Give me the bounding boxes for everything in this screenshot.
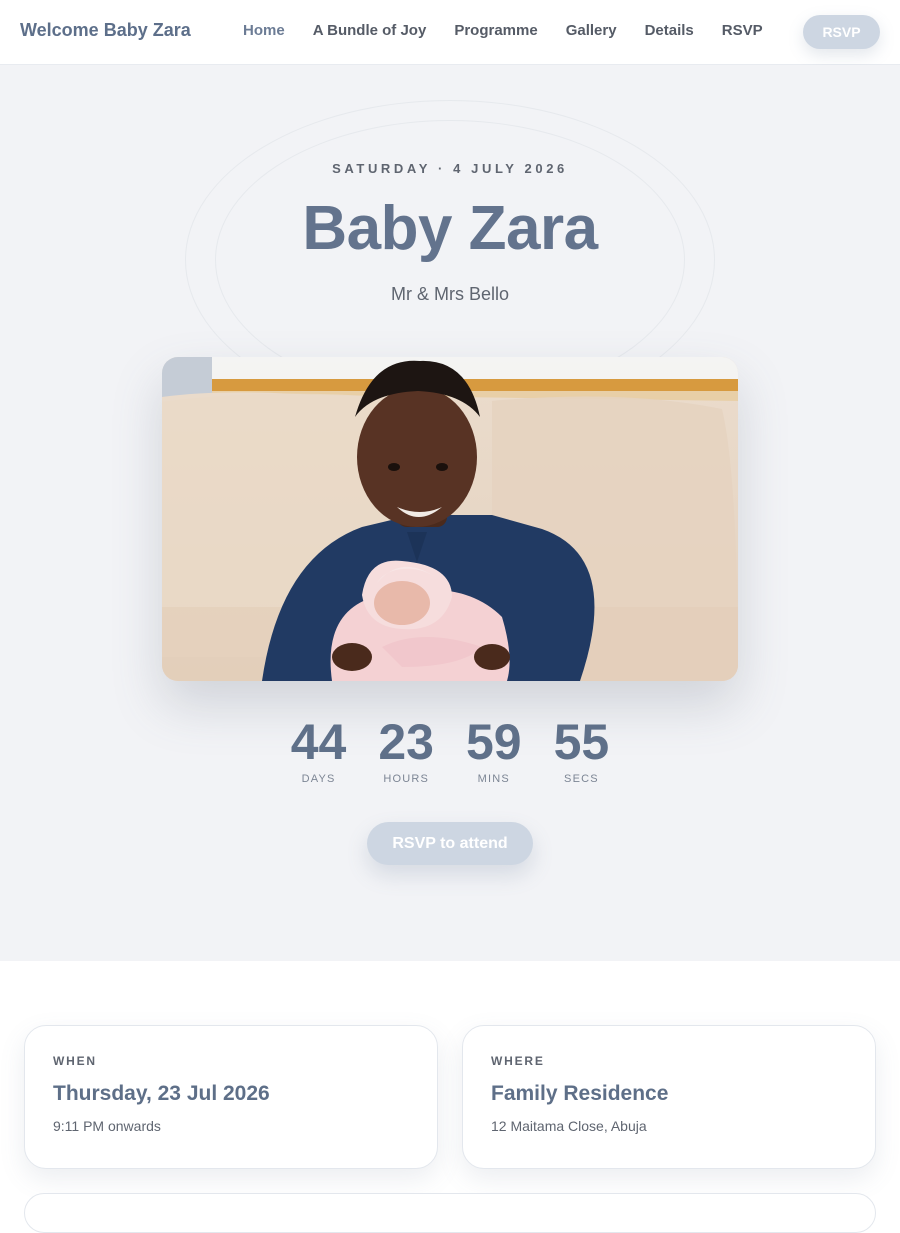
- when-label: WHEN: [53, 1054, 97, 1068]
- countdown-mins: 59 MINS: [466, 714, 522, 786]
- hero-photo: [162, 357, 738, 681]
- next-card-partial: [24, 1193, 876, 1233]
- parents-names: Mr & Mrs Bello: [390, 284, 509, 304]
- countdown-hours: 23 HOURS: [378, 714, 434, 786]
- countdown-mins-value: 59: [466, 714, 522, 770]
- when-date: Thursday, 23 Jul 2026: [53, 1082, 270, 1105]
- nav-rsvp-button[interactable]: RSVP: [803, 15, 880, 49]
- page-title: Baby Zara: [302, 194, 598, 263]
- when-time: 9:11 PM onwards: [53, 1118, 161, 1134]
- when-card: WHEN Thursday, 23 Jul 2026 9:11 PM onwar…: [24, 1025, 438, 1169]
- where-venue: Family Residence: [491, 1082, 669, 1105]
- nav-link-home[interactable]: Home: [243, 22, 285, 39]
- countdown-hours-label: HOURS: [383, 773, 430, 785]
- nav-link-details[interactable]: Details: [645, 22, 694, 39]
- nav-link-rsvp[interactable]: RSVP: [722, 22, 763, 39]
- site-brand[interactable]: Welcome Baby Zara: [20, 20, 191, 41]
- countdown-timer: 44 DAYS 23 HOURS 59 MINS 55 SECS: [0, 714, 900, 786]
- rsvp-to-attend-button[interactable]: RSVP to attend: [367, 822, 533, 865]
- hero-section: SATURDAY · 4 JULY 2026 Baby Zara Mr & Mr…: [0, 65, 900, 961]
- where-card: WHERE Family Residence 12 Maitama Close,…: [462, 1025, 876, 1169]
- nav-link-bundle-of-joy[interactable]: A Bundle of Joy: [313, 22, 427, 39]
- boy-holding-baby-image: [162, 357, 738, 681]
- where-label: WHERE: [491, 1054, 545, 1068]
- countdown-days-value: 44: [290, 714, 347, 770]
- countdown-mins-label: MINS: [477, 773, 510, 785]
- countdown-days-label: DAYS: [301, 773, 336, 785]
- nav-links: Home A Bundle of Joy Programme Gallery D…: [243, 22, 791, 39]
- top-navbar: Welcome Baby Zara Home A Bundle of Joy P…: [0, 0, 900, 65]
- event-date: SATURDAY · 4 JULY 2026: [332, 161, 568, 176]
- countdown-days: 44 DAYS: [290, 714, 347, 786]
- nav-link-programme[interactable]: Programme: [454, 22, 537, 39]
- countdown-secs-label: SECS: [564, 773, 599, 785]
- countdown-hours-value: 23: [378, 714, 434, 770]
- where-address: 12 Maitama Close, Abuja: [491, 1118, 647, 1134]
- countdown-secs-value: 55: [553, 714, 610, 770]
- nav-link-gallery[interactable]: Gallery: [566, 22, 617, 39]
- countdown-secs: 55 SECS: [553, 714, 610, 786]
